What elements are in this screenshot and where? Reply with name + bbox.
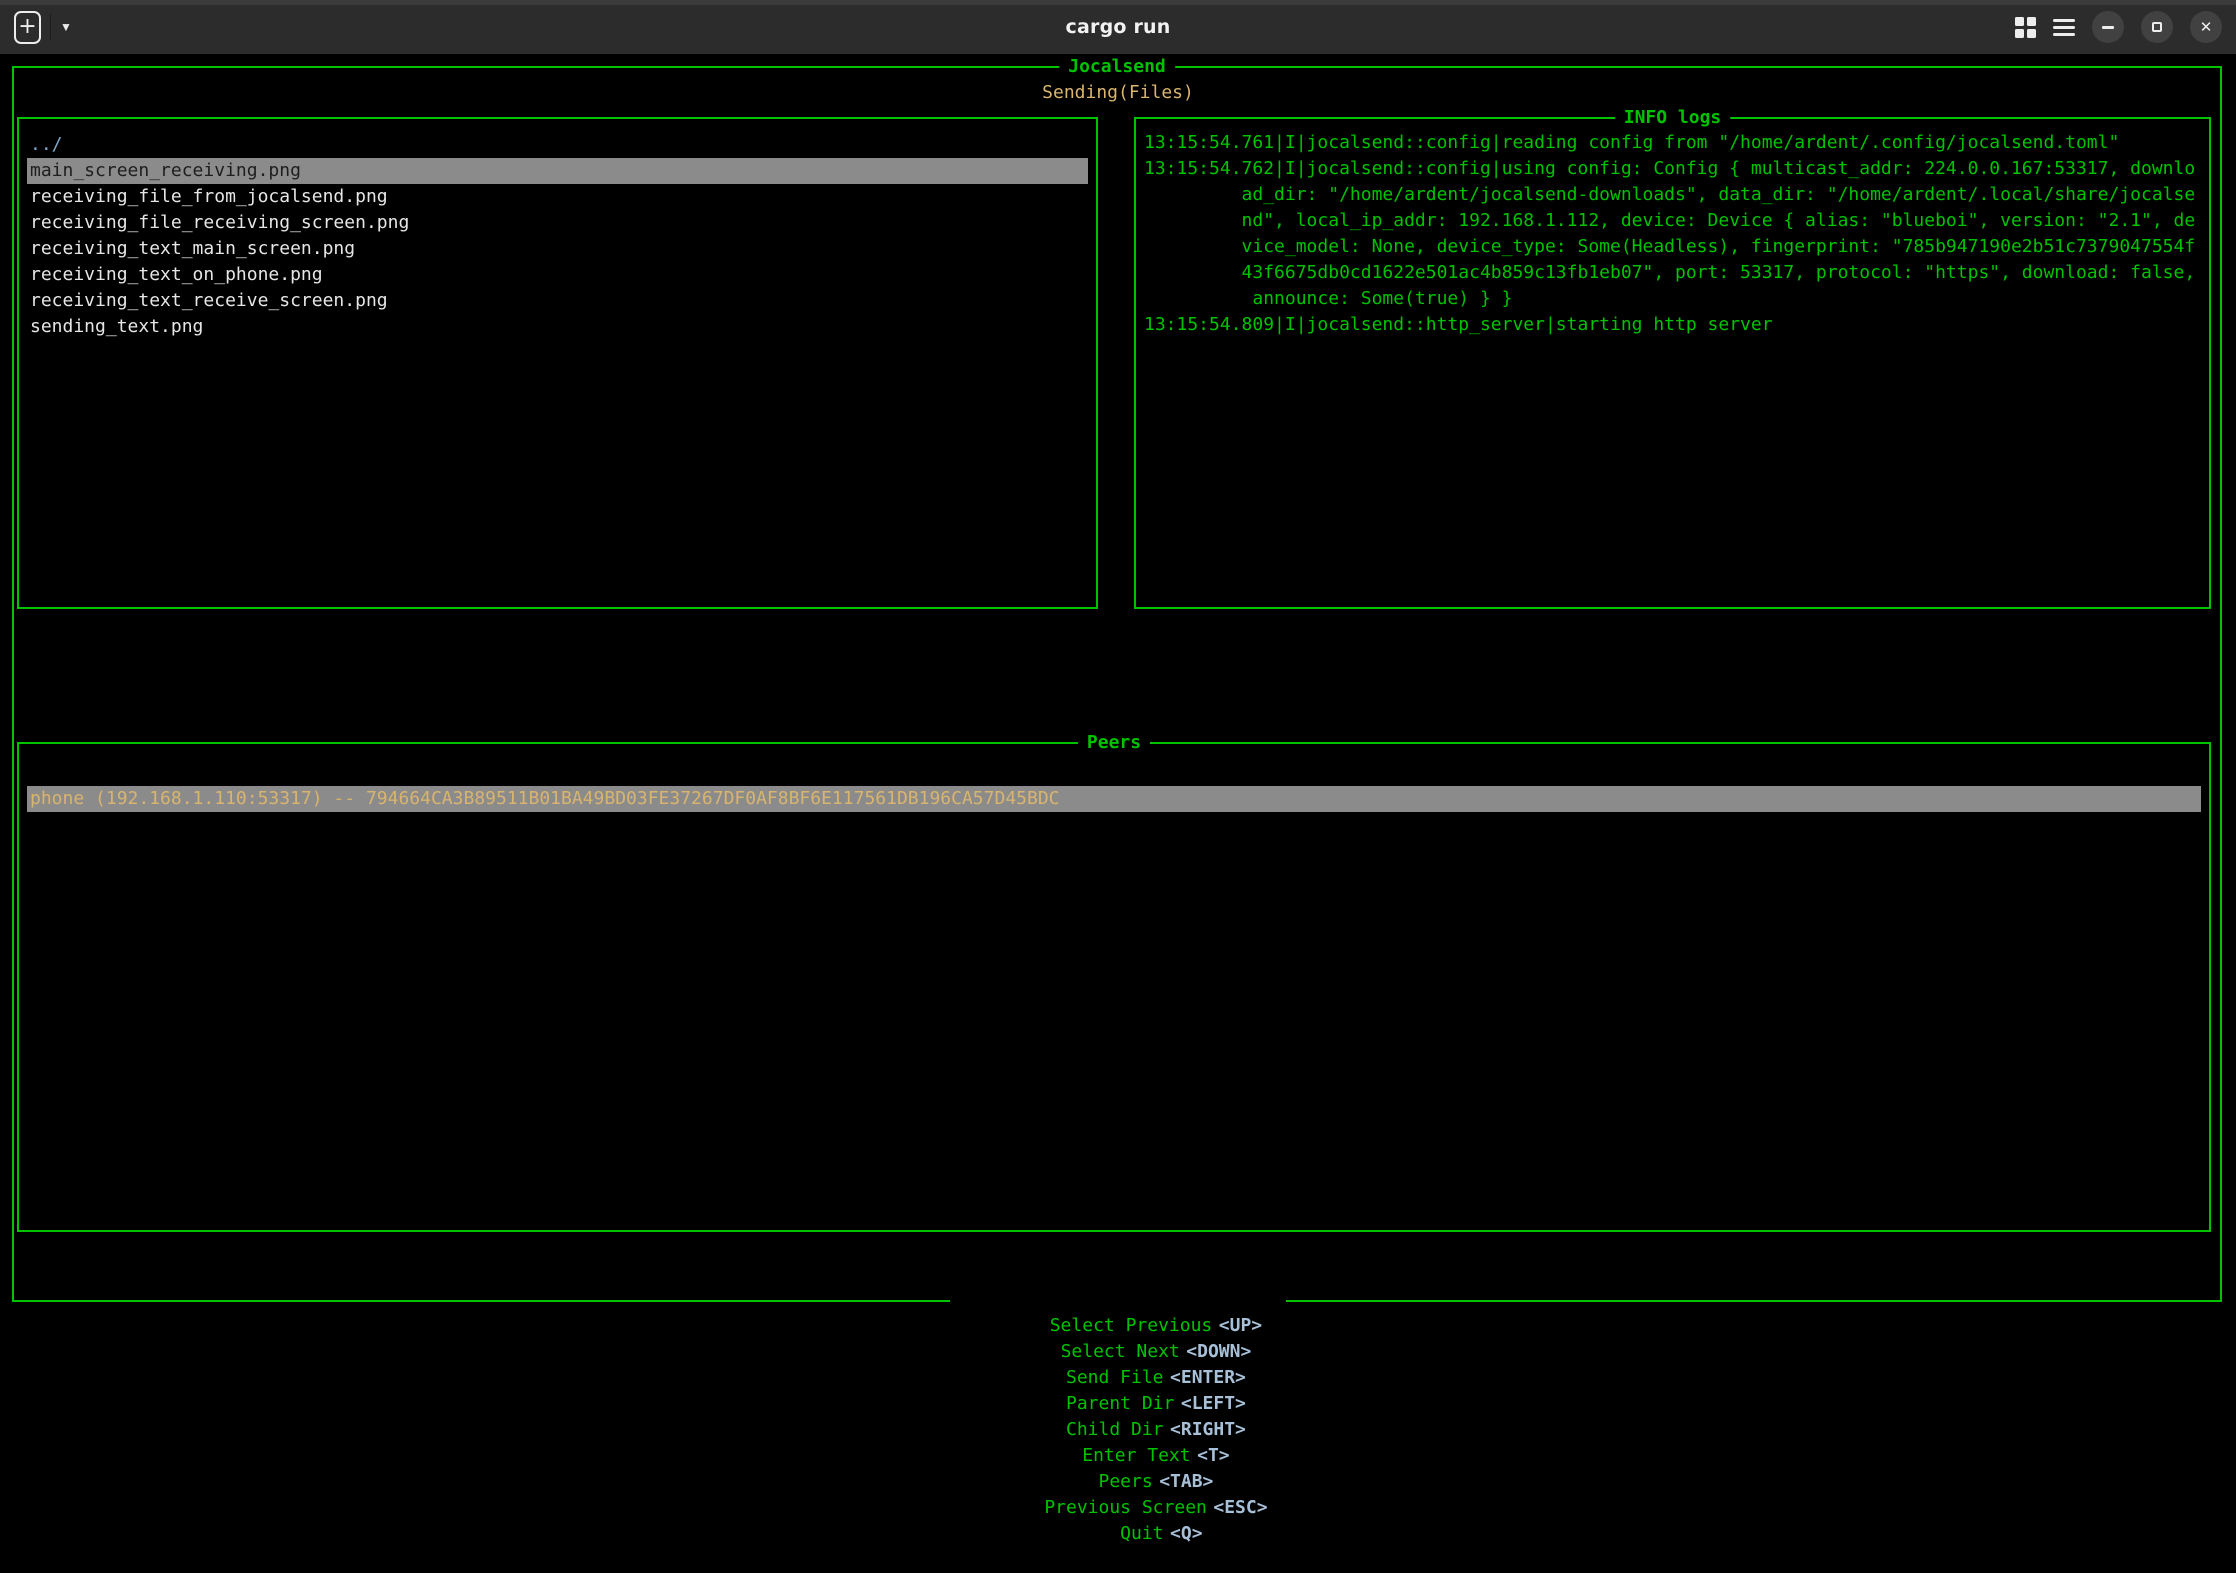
help-key: <DOWN> xyxy=(1186,1341,1251,1362)
help-key: <Q> xyxy=(1170,1523,1203,1544)
help-bar: Select Previous <UP> Select Next <DOWN> Se… xyxy=(0,1287,2236,1573)
file-item[interactable]: receiving_text_main_screen.png xyxy=(27,236,1088,262)
tab-overview-button[interactable] xyxy=(2015,17,2036,38)
help-key: <T> xyxy=(1197,1445,1230,1466)
help-label: Quit xyxy=(1120,1523,1163,1544)
minimize-button[interactable] xyxy=(2092,11,2124,43)
chevron-down-icon: ▼ xyxy=(60,20,72,34)
help-item: Peers <TAB> xyxy=(1099,1471,1214,1492)
log-line: announce: Some(true) } } xyxy=(1144,286,2205,312)
minimize-icon xyxy=(2102,26,2114,29)
titlebar: + ▼ cargo run ✕ xyxy=(0,0,2236,54)
help-key: <ESC> xyxy=(1213,1497,1267,1518)
help-label: Child Dir xyxy=(1066,1419,1164,1440)
help-item: Child Dir <RIGHT> xyxy=(1066,1419,1246,1440)
maximize-button[interactable] xyxy=(2141,11,2173,43)
help-bar-content: Select Previous <UP> Select Next <DOWN> Se… xyxy=(950,1287,1287,1573)
titlebar-right-controls: ✕ xyxy=(2015,11,2222,43)
app-title: Jocalsend xyxy=(1059,54,1175,80)
file-item[interactable]: sending_text.png xyxy=(27,314,1088,340)
help-key: <LEFT> xyxy=(1181,1393,1246,1414)
peer-item-selected[interactable]: phone (192.168.1.110:53317) -- 794664CA3… xyxy=(27,786,2201,812)
terminal-window: + ▼ cargo run ✕ xyxy=(0,0,2236,1321)
maximize-icon xyxy=(2152,22,2162,32)
grid-icon xyxy=(2015,17,2036,38)
new-tab-dropdown-button[interactable]: ▼ xyxy=(60,20,72,34)
help-item: Previous Screen <ESC> xyxy=(1044,1497,1267,1518)
log-line: nd", local_ip_addr: 192.168.1.112, devic… xyxy=(1144,208,2205,234)
help-key: <UP> xyxy=(1219,1315,1262,1336)
log-line: 13:15:54.761|I|jocalsend::config|reading… xyxy=(1144,130,2205,156)
help-label: Send File xyxy=(1066,1367,1164,1388)
log-line: vice_model: None, device_type: Some(Head… xyxy=(1144,234,2205,260)
plus-icon: + xyxy=(18,16,36,38)
log-line: 13:15:54.762|I|jocalsend::config|using c… xyxy=(1144,156,2205,182)
file-item[interactable]: receiving_file_receiving_screen.png xyxy=(27,210,1088,236)
close-icon: ✕ xyxy=(2200,20,2213,35)
help-item: Send File <ENTER> xyxy=(1066,1367,1246,1388)
log-line: 13:15:54.809|I|jocalsend::http_server|st… xyxy=(1144,312,2205,338)
help-key: <RIGHT> xyxy=(1170,1419,1246,1440)
help-item: Quit <Q> xyxy=(1120,1523,1202,1544)
menu-button[interactable] xyxy=(2053,19,2075,36)
help-key: <TAB> xyxy=(1159,1471,1213,1492)
log-line: ad_dir: "/home/ardent/jocalsend-download… xyxy=(1144,182,2205,208)
hamburger-icon xyxy=(2053,19,2075,36)
log-list: 13:15:54.761|I|jocalsend::config|reading… xyxy=(1144,130,2205,338)
info-logs-title: INFO logs xyxy=(1615,105,1731,131)
help-label: Parent Dir xyxy=(1066,1393,1174,1414)
close-button[interactable]: ✕ xyxy=(2190,11,2222,43)
peers-panel: Peers phone (192.168.1.110:53317) -- 794… xyxy=(17,742,2211,1232)
titlebar-divider xyxy=(50,14,51,40)
log-line: 43f6675db0cd1622e501ac4b859c13fb1eb07", … xyxy=(1144,260,2205,286)
help-item: Enter Text <T> xyxy=(1082,1445,1229,1466)
new-tab-button[interactable]: + xyxy=(14,11,41,44)
file-item-selected[interactable]: main_screen_receiving.png xyxy=(27,158,1088,184)
help-label: Select Previous xyxy=(1050,1315,1213,1336)
window-title: cargo run xyxy=(0,16,2236,38)
help-key: <ENTER> xyxy=(1170,1367,1246,1388)
terminal-screen[interactable]: Jocalsend Sending(Files) ../ main_screen… xyxy=(0,54,2236,1321)
peers-title: Peers xyxy=(1078,730,1150,756)
help-label: Select Next xyxy=(1061,1341,1180,1362)
app-mode-label: Sending(Files) xyxy=(0,80,2236,106)
file-item[interactable]: receiving_text_on_phone.png xyxy=(27,262,1088,288)
file-list: ../ main_screen_receiving.png receiving_… xyxy=(27,132,1088,340)
help-item: Select Next <DOWN> xyxy=(1061,1341,1252,1362)
help-label: Peers xyxy=(1099,1471,1153,1492)
titlebar-left-controls: + ▼ xyxy=(14,11,72,44)
help-item: Select Previous <UP> xyxy=(1050,1315,1262,1336)
file-item[interactable]: receiving_file_from_jocalsend.png xyxy=(27,184,1088,210)
help-label: Enter Text xyxy=(1082,1445,1190,1466)
peer-list: phone (192.168.1.110:53317) -- 794664CA3… xyxy=(27,786,2201,812)
help-item: Parent Dir <LEFT> xyxy=(1066,1393,1246,1414)
file-item[interactable]: receiving_text_receive_screen.png xyxy=(27,288,1088,314)
info-logs-panel: INFO logs 13:15:54.761|I|jocalsend::conf… xyxy=(1134,117,2211,609)
help-label: Previous Screen xyxy=(1044,1497,1207,1518)
file-list-panel: ../ main_screen_receiving.png receiving_… xyxy=(17,117,1098,609)
parent-dir-item[interactable]: ../ xyxy=(27,132,1088,158)
